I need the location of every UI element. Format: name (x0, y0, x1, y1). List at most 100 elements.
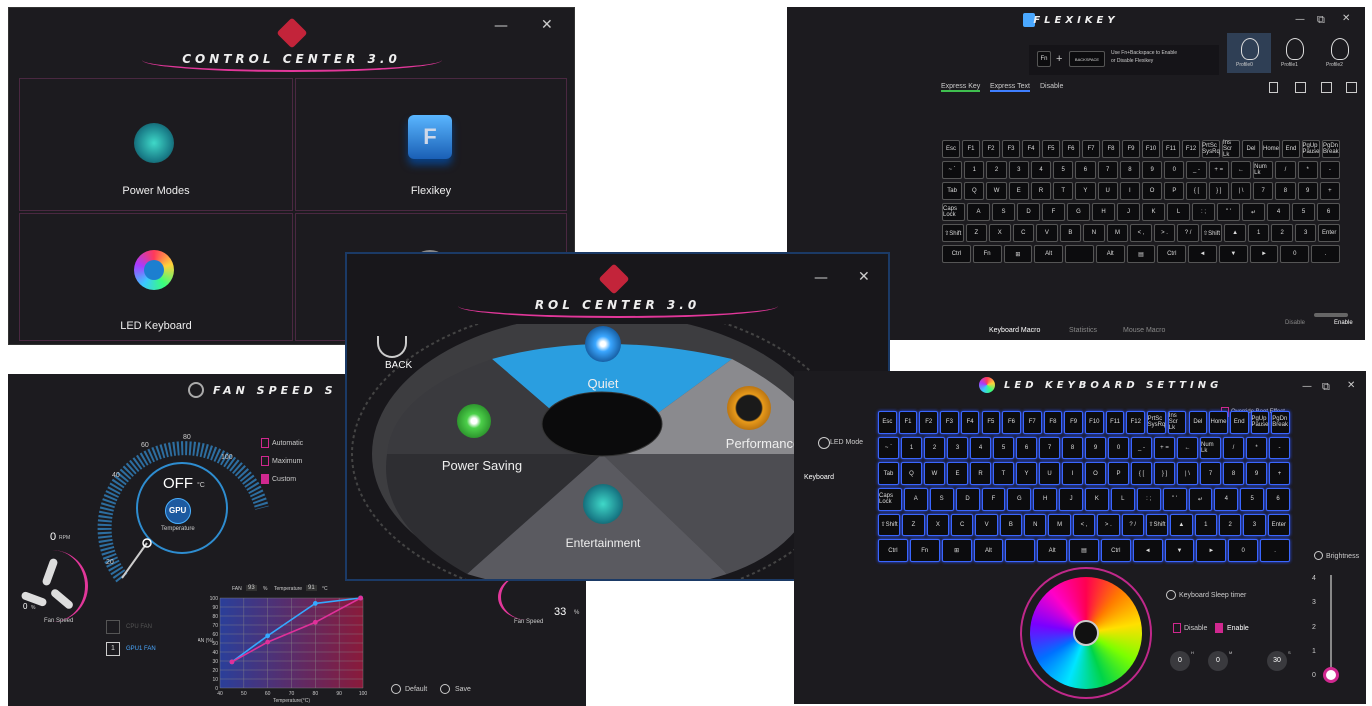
keyboard-key[interactable]: F3 (940, 411, 959, 434)
keyboard-key[interactable]: C (951, 513, 974, 537)
tab-express-key[interactable]: Express Key (941, 83, 981, 92)
keyboard-key[interactable]: F9 (1122, 140, 1140, 158)
keyboard-key[interactable]: < , (1072, 513, 1096, 537)
keyboard-key[interactable]: F4 (960, 411, 980, 434)
default-button[interactable]: Default (405, 686, 427, 693)
keyboard-key[interactable]: U (1097, 182, 1118, 200)
keyboard-key[interactable]: Y (1016, 462, 1037, 485)
keyboard-key[interactable]: ▤ (1126, 245, 1156, 263)
keyboard-key[interactable]: Fn (972, 245, 1002, 263)
keyboard-key[interactable]: ▼ (1164, 539, 1195, 562)
keyboard-key[interactable]: Ctrl (942, 245, 971, 263)
keyboard-key[interactable]: _ - (1131, 436, 1152, 460)
keyboard-key[interactable]: Alt (1095, 245, 1125, 263)
keyboard-key[interactable]: G (1067, 203, 1090, 221)
keyboard-key[interactable]: 7 (1097, 161, 1118, 179)
keyboard-key[interactable]: V (1036, 224, 1058, 242)
keyboard-key[interactable]: M (1106, 224, 1129, 242)
automatic-checkbox[interactable] (261, 438, 269, 448)
keyboard-key[interactable]: 0 (1164, 161, 1185, 179)
keyboard-key[interactable]: 4 (1267, 203, 1290, 221)
keyboard-key[interactable]: F2 (982, 140, 1000, 158)
keyboard-key[interactable]: ⇧Shift (942, 224, 964, 242)
keyboard-key[interactable]: " ' (1217, 203, 1240, 221)
enable-checkbox[interactable] (1215, 623, 1223, 633)
keyboard-key[interactable]: 3 (947, 436, 968, 460)
keyboard-key[interactable]: M (1048, 513, 1071, 537)
keyboard-key[interactable]: 7 (1253, 182, 1274, 200)
keyboard-key[interactable]: P (1164, 182, 1185, 200)
keyboard-key[interactable]: X (989, 224, 1011, 242)
keyboard-key[interactable]: R (1030, 182, 1052, 200)
keyboard-key[interactable]: 3 (1294, 224, 1317, 242)
mode-quiet[interactable]: Quiet (543, 326, 663, 396)
keyboard-key[interactable]: { [ (1186, 182, 1207, 200)
keyboard-key[interactable]: PgUp Pause (1302, 140, 1320, 158)
close-button[interactable]: ✕ (858, 269, 870, 285)
keyboard-key[interactable]: 5 (993, 436, 1014, 460)
keyboard-key[interactable]: 1 (1194, 513, 1217, 537)
save-icon[interactable] (440, 684, 450, 694)
keyboard-key[interactable]: N (1083, 224, 1105, 242)
keyboard-key[interactable]: Tab (942, 182, 963, 200)
keyboard-key[interactable]: 2 (986, 161, 1007, 179)
keyboard-key[interactable]: O (1142, 182, 1163, 200)
keyboard-key[interactable]: End (1282, 140, 1300, 158)
keyboard-key[interactable]: V (975, 513, 998, 537)
keyboard-key[interactable]: F11 (1162, 140, 1180, 158)
keyboard-key[interactable]: I (1062, 462, 1083, 485)
tab-disable[interactable]: Disable (1040, 83, 1063, 90)
keyboard-key[interactable]: _ - (1186, 161, 1207, 179)
keyboard-key[interactable]: K (1085, 488, 1109, 511)
profile-2[interactable]: Profile2 (1317, 33, 1361, 73)
keyboard-key[interactable]: 9 (1085, 436, 1106, 460)
keyboard-key[interactable]: 9 (1297, 182, 1318, 200)
maximum-checkbox[interactable] (261, 456, 269, 466)
keyboard-key[interactable]: H (1092, 203, 1115, 221)
keyboard-key[interactable]: Enter (1267, 513, 1290, 537)
keyboard-key[interactable]: 2 (1271, 224, 1293, 242)
keyboard-key[interactable]: ↵ (1242, 203, 1265, 221)
keyboard-key[interactable]: ⇧Shift (1145, 513, 1169, 537)
keyboard-key[interactable]: Alt (973, 539, 1004, 562)
keyboard-key[interactable]: C (1012, 224, 1035, 242)
keyboard-key[interactable]: 3 (1008, 161, 1029, 179)
close-button[interactable]: ✕ (541, 17, 553, 33)
keyboard-key[interactable]: 4 (1030, 161, 1052, 179)
keyboard-key[interactable]: F7 (1082, 140, 1100, 158)
keyboard-key[interactable]: 8 (1223, 462, 1244, 485)
keyboard-key[interactable]: + (1269, 462, 1290, 485)
keyboard-key[interactable]: 7 (1200, 462, 1221, 485)
keyboard-key[interactable]: ← (1177, 436, 1198, 460)
keyboard-key[interactable]: R (970, 462, 991, 485)
keyboard-key[interactable]: L (1167, 203, 1190, 221)
keyboard-key[interactable]: F1 (898, 411, 918, 434)
keyboard-key[interactable] (1065, 245, 1094, 263)
keyboard-key[interactable]: F6 (1002, 411, 1021, 434)
keyboard-key[interactable]: Home (1262, 140, 1280, 158)
keyboard-key[interactable]: Esc (942, 140, 960, 158)
keyboard-key[interactable]: F (1042, 203, 1065, 221)
keyboard-key[interactable]: Ctrl (1157, 245, 1187, 263)
keyboard-key[interactable]: S (992, 203, 1015, 221)
keyboard-key[interactable]: Caps Lock (942, 203, 965, 221)
keyboard-key[interactable]: F (981, 488, 1006, 511)
gpu-fan-label[interactable]: GPU1 FAN (126, 646, 156, 652)
keyboard-key[interactable]: Del (1188, 411, 1208, 434)
keyboard-key[interactable]: ▼ (1218, 245, 1248, 263)
close-button[interactable]: ✕ (1347, 380, 1355, 391)
keyboard-key[interactable]: . (1311, 245, 1340, 263)
keyboard-key[interactable]: } ] (1208, 182, 1229, 200)
keyboard-key[interactable]: Del (1242, 140, 1260, 158)
keyboard-key[interactable]: Ins Scr Lk (1167, 411, 1187, 434)
keyboard-key[interactable]: Ins Scr Lk (1222, 140, 1240, 158)
keyboard-key[interactable]: Z (902, 513, 925, 537)
keyboard-key[interactable]: 7 (1039, 436, 1060, 460)
keyboard-key[interactable]: B (999, 513, 1023, 537)
minimize-button[interactable]: — (494, 18, 508, 34)
tile-led-keyboard[interactable]: LED Keyboard (19, 213, 293, 341)
keyboard-key[interactable]: 9 (1246, 462, 1267, 485)
keyboard-key[interactable]: ⊞ (941, 539, 972, 562)
profile-0[interactable]: Profile0 (1227, 33, 1271, 73)
keyboard-key[interactable]: F10 (1085, 411, 1104, 434)
